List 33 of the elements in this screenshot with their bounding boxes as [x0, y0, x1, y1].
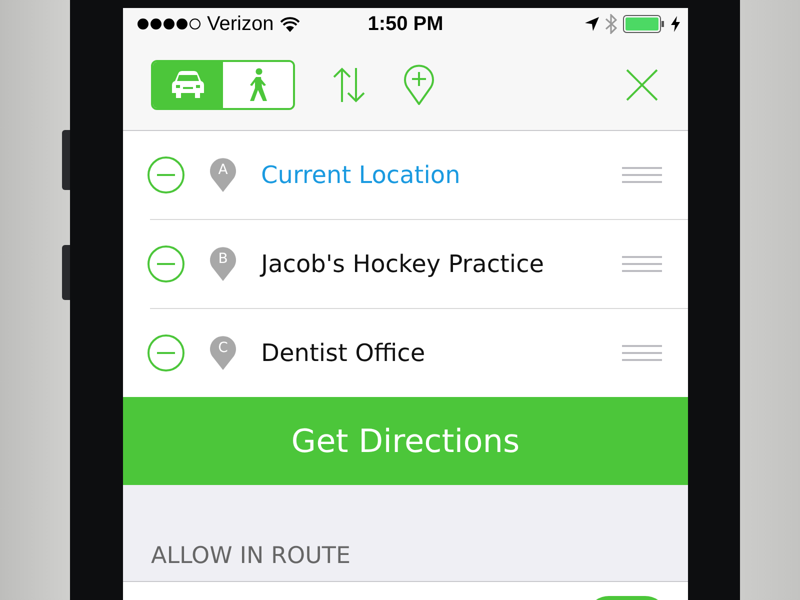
swap-order-button[interactable]: [331, 67, 367, 103]
map-pin-marker: B: [209, 247, 237, 281]
stop-name[interactable]: Dentist Office: [261, 339, 622, 367]
walking-person-icon: [247, 68, 269, 102]
location-arrow-icon: [585, 17, 599, 31]
signal-icon: [137, 18, 201, 30]
minus-circle-icon: [147, 245, 185, 283]
car-mode-tab[interactable]: [153, 62, 223, 108]
wifi-icon: [280, 16, 300, 32]
swap-arrows-icon: [331, 67, 367, 103]
remove-stop-button[interactable]: [147, 334, 185, 372]
drag-handle-icon[interactable]: [622, 256, 662, 272]
walk-mode-tab[interactable]: [223, 62, 293, 108]
remove-stop-button[interactable]: [147, 156, 185, 194]
drag-handle-icon[interactable]: [622, 167, 662, 183]
stop-name[interactable]: Jacob's Hockey Practice: [261, 250, 622, 278]
charging-bolt-icon: [671, 16, 680, 32]
close-button[interactable]: [626, 69, 658, 101]
drag-handle-icon[interactable]: [622, 345, 662, 361]
pin-plus-icon: [403, 64, 435, 106]
section-header: ALLOW IN ROUTE: [151, 543, 350, 569]
bluetooth-icon: [605, 14, 617, 34]
map-pin-marker: C: [209, 336, 237, 370]
map-pin-marker: A: [209, 158, 237, 192]
carrier-name: Verizon: [207, 12, 274, 36]
battery-icon: [623, 15, 665, 33]
minus-circle-icon: [147, 156, 185, 194]
minus-circle-icon: [147, 334, 185, 372]
remove-stop-button[interactable]: [147, 245, 185, 283]
close-icon: [626, 69, 658, 101]
car-icon: [171, 70, 205, 100]
status-time: 1:50 PM: [368, 12, 444, 36]
add-stop-button[interactable]: [403, 64, 435, 106]
